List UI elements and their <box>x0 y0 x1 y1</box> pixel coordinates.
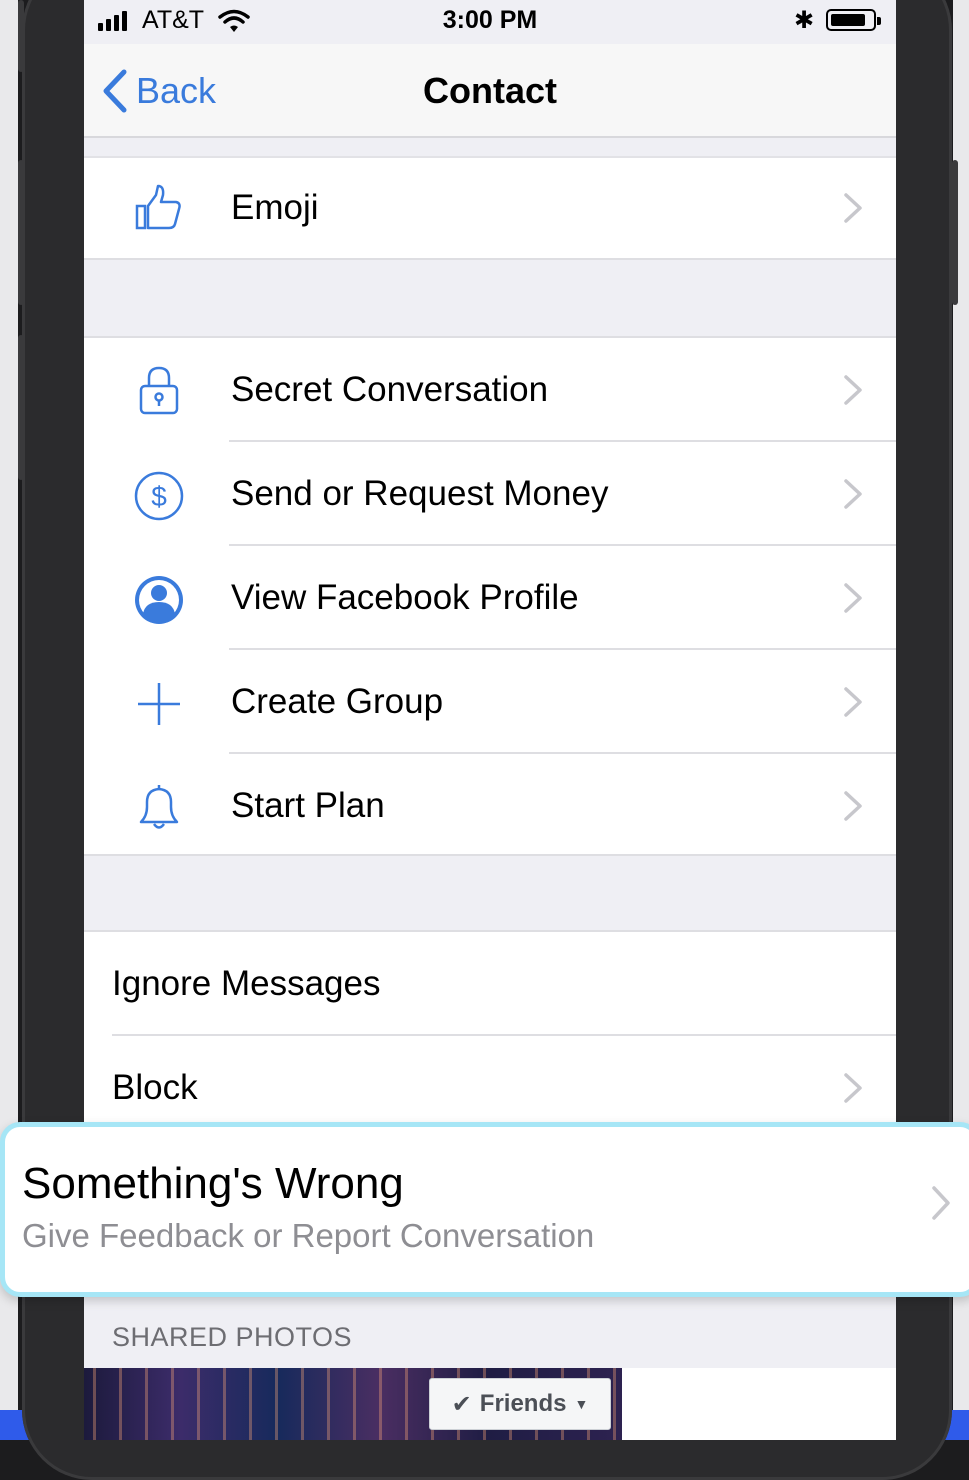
chevron-right-icon <box>844 1073 862 1103</box>
row-create-group[interactable]: Create Group <box>84 650 896 754</box>
shared-photo[interactable]: ✔ Friends ▼ <box>84 1368 622 1440</box>
row-start-plan-label: Start Plan <box>231 786 385 825</box>
friends-button[interactable]: ✔ Friends ▼ <box>429 1378 611 1430</box>
settings-group-emoji: Emoji <box>84 156 896 260</box>
volume-up-button <box>18 160 24 305</box>
lock-icon <box>139 366 179 415</box>
bluetooth-icon: ✱ <box>794 7 815 34</box>
row-emoji[interactable]: Emoji <box>84 158 896 258</box>
settings-group-privacy: Ignore Messages Block <box>84 930 896 1130</box>
chevron-right-icon <box>844 583 862 613</box>
photo-placeholder <box>622 1368 896 1440</box>
row-ignore-messages-label: Ignore Messages <box>112 964 381 1003</box>
row-secret-conversation[interactable]: Secret Conversation <box>84 338 896 442</box>
chevron-right-icon <box>844 479 862 509</box>
navigation-bar: Back Contact <box>84 44 896 138</box>
chevron-right-icon <box>844 375 862 405</box>
row-start-plan[interactable]: Start Plan <box>84 754 896 858</box>
battery-icon <box>826 9 881 31</box>
row-emoji-label: Emoji <box>231 188 319 227</box>
status-bar: AT&T 3:00 PM ✱ <box>84 0 896 44</box>
status-time: 3:00 PM <box>442 6 538 34</box>
card-subtitle: Give Feedback or Report Conversation <box>22 1217 595 1254</box>
page-title: Contact <box>423 70 557 111</box>
settings-group-actions: Secret Conversation $ Send or Request Mo… <box>84 336 896 856</box>
row-view-facebook-profile[interactable]: View Facebook Profile <box>84 546 896 650</box>
shared-photos-header: SHARED PHOTOS <box>112 1322 353 1352</box>
chevron-right-icon <box>932 1186 950 1220</box>
bell-icon <box>139 785 179 829</box>
power-button <box>952 160 958 305</box>
somethings-wrong-card[interactable]: Something's Wrong Give Feedback or Repor… <box>0 1122 969 1297</box>
thumbs-up-icon <box>135 184 181 230</box>
row-send-request-money-label: Send or Request Money <box>231 474 609 513</box>
row-ignore-messages[interactable]: Ignore Messages <box>84 932 896 1036</box>
row-view-facebook-profile-label: View Facebook Profile <box>231 578 579 617</box>
chevron-right-icon <box>844 791 862 821</box>
dollar-icon: $ <box>134 471 184 521</box>
mute-switch <box>18 0 24 72</box>
row-create-group-label: Create Group <box>231 682 444 721</box>
profile-icon <box>135 576 183 624</box>
friends-label: Friends <box>479 1390 567 1417</box>
card-title: Something's Wrong <box>22 1159 404 1208</box>
volume-down-button <box>18 335 24 480</box>
chevron-right-icon <box>844 193 862 223</box>
chevron-right-icon <box>844 687 862 717</box>
caret-down-icon: ▼ <box>574 1396 589 1412</box>
svg-text:$: $ <box>151 481 167 512</box>
row-send-request-money[interactable]: $ Send or Request Money <box>84 442 896 546</box>
plus-icon <box>138 683 180 725</box>
check-icon: ✔ <box>451 1390 472 1418</box>
row-secret-conversation-label: Secret Conversation <box>231 370 549 409</box>
